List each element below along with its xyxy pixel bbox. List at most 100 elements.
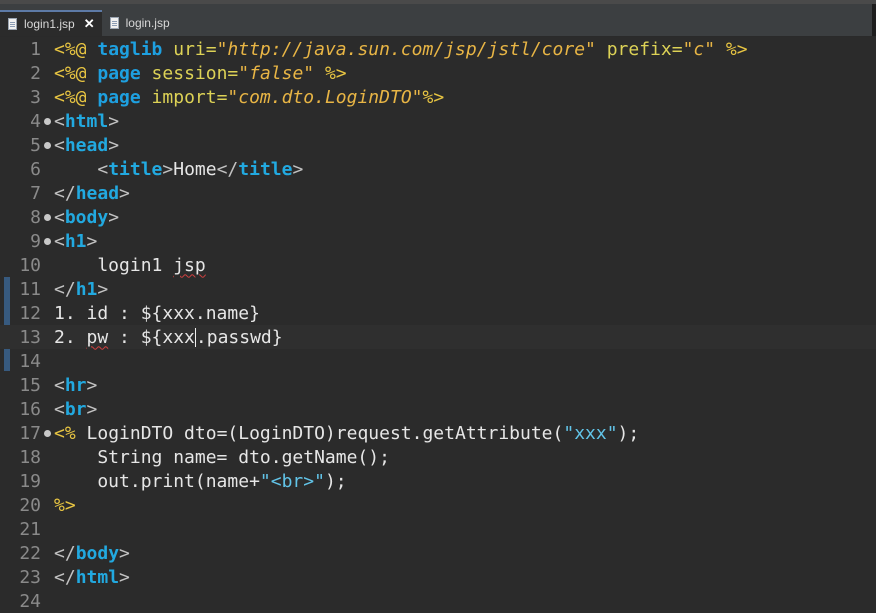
code-token: </ <box>216 158 239 180</box>
code-token: "xxx" <box>563 422 618 444</box>
code-line[interactable]: 19 out.print(name+"<br>"); <box>0 469 876 493</box>
code-token: : ${xxx <box>108 326 195 348</box>
code-line[interactable]: 6 <title>Home</title> <box>0 157 876 181</box>
code-token: page <box>97 86 141 108</box>
code-token: < <box>54 134 65 156</box>
code-text: <%@ taglib uri="http://java.sun.com/jsp/… <box>54 39 748 60</box>
tab-login-jsp[interactable]: login.jsp <box>102 10 177 36</box>
fold-toggle[interactable] <box>41 141 54 149</box>
code-line[interactable]: 14 <box>0 349 876 373</box>
code-token: "c" <box>682 38 716 60</box>
code-line[interactable]: 17 <% LoginDTO dto=(LoginDTO)request.getA… <box>0 421 876 445</box>
code-line[interactable]: 21 <box>0 517 876 541</box>
code-line[interactable]: 24 <box>0 589 876 613</box>
code-line[interactable]: 4 <html> <box>0 109 876 133</box>
collapse-icon <box>44 141 51 149</box>
code-token: < <box>54 110 65 132</box>
code-token: > <box>119 182 130 204</box>
code-text: 2. pw : ${xxx.passwd} <box>54 327 283 348</box>
code-token: > <box>97 278 109 300</box>
close-icon[interactable]: ✕ <box>84 16 95 32</box>
code-editor[interactable]: 1 <%@ taglib uri="http://java.sun.com/jsp… <box>0 37 876 612</box>
code-line[interactable]: 18 String name= dto.getName(); <box>0 445 876 469</box>
code-line[interactable]: 1 <%@ taglib uri="http://java.sun.com/jsp… <box>0 37 876 61</box>
code-line[interactable]: 7 </head> <box>0 181 876 205</box>
code-line[interactable]: 12 1. id : ${xxx.name} <box>0 301 876 325</box>
code-token: taglib <box>97 38 163 60</box>
jsp-file-icon <box>8 18 17 30</box>
code-text: <h1> <box>54 231 97 252</box>
line-number: 19 <box>19 470 41 492</box>
code-token: out.print(name+ <box>54 470 260 492</box>
collapse-icon <box>44 213 51 221</box>
code-token: > <box>108 206 120 228</box>
code-token: head <box>75 182 120 204</box>
code-token: <%@ <box>54 86 98 108</box>
code-text: </head> <box>54 183 130 204</box>
code-line[interactable]: 22 </body> <box>0 541 876 565</box>
collapse-icon <box>44 117 51 125</box>
code-token: "http://java.sun.com/jsp/jstl/core" <box>216 38 596 60</box>
line-number: 10 <box>19 254 41 276</box>
code-token: </ <box>54 182 76 204</box>
editor-tab-bar: login1.jsp ✕ login.jsp <box>0 4 876 37</box>
code-token: login1 <box>54 254 174 276</box>
line-number: 24 <box>19 590 41 612</box>
code-text: String name= dto.getName(); <box>54 447 390 468</box>
line-number: 22 <box>19 542 41 564</box>
code-token: %> <box>715 38 748 60</box>
fold-toggle[interactable] <box>41 117 54 125</box>
code-token: %> <box>314 62 347 84</box>
line-number: 1 <box>30 38 41 60</box>
code-token: < <box>54 206 65 228</box>
code-line[interactable]: 9 <h1> <box>0 229 876 253</box>
code-line[interactable]: 23 </html> <box>0 565 876 589</box>
code-token: <%@ <box>54 38 98 60</box>
line-number: 21 <box>19 518 41 540</box>
line-number: 15 <box>19 374 41 396</box>
code-token: < <box>54 374 65 396</box>
code-line[interactable]: 16 <br> <box>0 397 876 421</box>
jsp-file-icon <box>109 17 119 29</box>
code-token: h1 <box>75 278 98 300</box>
code-line[interactable]: 13 2. pw : ${xxx.passwd} <box>0 325 876 349</box>
line-number: 14 <box>19 350 41 372</box>
code-token: 2. <box>54 326 87 348</box>
code-token: prefix= <box>595 38 683 60</box>
code-line[interactable]: 11 </h1> <box>0 277 876 301</box>
code-line[interactable]: 5 <head> <box>0 133 876 157</box>
code-token: > <box>86 230 98 252</box>
code-token: </ <box>54 278 76 300</box>
collapse-icon <box>44 237 51 245</box>
tab-bar-edge <box>872 4 876 36</box>
line-number: 12 <box>19 302 41 324</box>
code-line[interactable]: 10 login1 jsp <box>0 253 876 277</box>
code-token: "false" <box>238 62 315 84</box>
code-line[interactable]: 8 <body> <box>0 205 876 229</box>
code-token: %> <box>54 494 76 516</box>
code-token: title <box>238 158 293 180</box>
code-token: String name= dto.getName(); <box>54 446 390 468</box>
code-line[interactable]: 20 %> <box>0 493 876 517</box>
code-line[interactable]: 15 <hr> <box>0 373 876 397</box>
code-text: <% LoginDTO dto=(LoginDTO)request.getAtt… <box>54 423 639 444</box>
code-text: </h1> <box>54 279 108 300</box>
code-line[interactable]: 3 <%@ page import="com.dto.LoginDTO"%> <box>0 85 876 109</box>
fold-toggle[interactable] <box>41 213 54 221</box>
code-text: <%@ page import="com.dto.LoginDTO"%> <box>54 87 444 108</box>
code-text: <body> <box>54 207 119 228</box>
code-token: <%@ <box>54 62 98 84</box>
tab-label: login1.jsp <box>24 17 75 31</box>
line-number: 2 <box>30 62 41 84</box>
fold-toggle[interactable] <box>41 429 54 437</box>
tab-login1-jsp[interactable]: login1.jsp ✕ <box>0 10 102 36</box>
line-number: 17 <box>19 422 41 444</box>
line-number: 9 <box>30 230 41 252</box>
line-number: 6 <box>30 158 41 180</box>
code-line[interactable]: 2 <%@ page session="false" %> <box>0 61 876 85</box>
code-token: Home <box>173 158 217 180</box>
fold-toggle[interactable] <box>41 237 54 245</box>
code-token: <% <box>54 422 76 444</box>
code-text: %> <box>54 495 76 516</box>
code-token: > <box>108 110 120 132</box>
